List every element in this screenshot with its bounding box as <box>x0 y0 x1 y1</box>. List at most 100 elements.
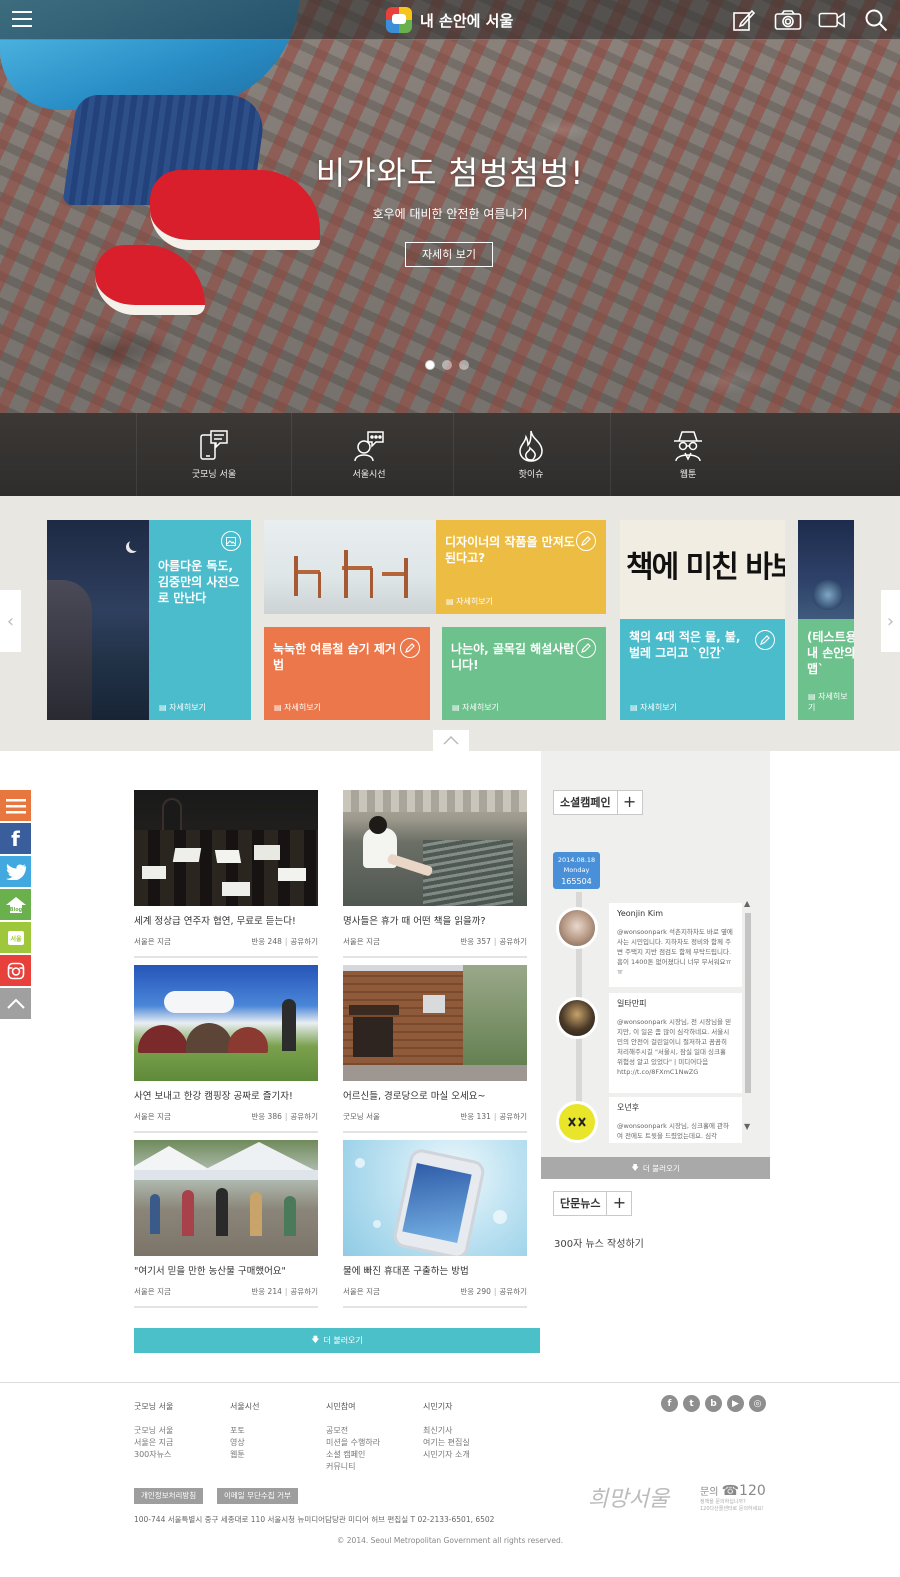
collapse-carousel-button[interactable] <box>433 730 469 751</box>
footer-link[interactable]: 시민기자 소개 <box>423 1449 470 1461</box>
article-card[interactable]: 물에 빠진 휴대폰 구출하는 방법 서울은 지금 반응 290 | 공유하기 <box>343 1140 527 1308</box>
article-card[interactable]: 명사들은 휴가 때 어떤 책을 읽을까? 서울은 지금 반응 357 | 공유하기 <box>343 790 527 958</box>
tweet-item[interactable]: 오년후 @wonsoonpark 시장님, 싱크홀에 관하여 전에도 트윗을 드… <box>556 1097 742 1143</box>
tile-more-link[interactable]: ▤ 자세히보기 <box>630 702 677 713</box>
tweet-bubble: 일타만피 @wonsoonpark 시장님, 전 시장님을 믿지만, 이 일은 … <box>609 993 742 1093</box>
tile-more-link[interactable]: ▤ 자세히보기 <box>274 702 321 713</box>
carousel-next-button[interactable]: › <box>881 590 900 652</box>
date-badge: 2014.08.18 Monday 165504 <box>553 852 600 889</box>
footer-blog-icon[interactable]: b <box>705 1395 722 1412</box>
tweet-scrollbar[interactable]: ▲ ▼ <box>744 899 752 1131</box>
tile-dokdo-photo[interactable] <box>47 520 149 720</box>
social-load-more-button[interactable]: 🡇 더 불러오기 <box>541 1157 770 1179</box>
article-card[interactable]: 사연 보내고 한강 캠핑장 공짜로 즐기자! 서울은 지금 반응 386 | 공유하… <box>134 965 318 1133</box>
quicknav-good-morning-seoul[interactable]: 굿모닝 서울 <box>136 413 291 496</box>
footer-link[interactable]: 굿모닝 서울 <box>134 1425 173 1437</box>
footer-link[interactable]: 최신기사 <box>423 1425 470 1437</box>
tile-night-photo[interactable] <box>798 520 854 619</box>
article-source: 서울은 지금 <box>134 1287 171 1296</box>
facebook-icon[interactable]: f <box>0 823 31 854</box>
scrollbar-thumb[interactable] <box>745 913 751 1093</box>
footer-column-head[interactable]: 시민기자 <box>423 1401 470 1413</box>
tile-more-link[interactable]: ▤ 자세히보기 <box>159 702 206 713</box>
write-short-news-link[interactable]: 300자 뉴스 작성하기 <box>554 1235 644 1250</box>
article-card[interactable]: "여기서 믿을 만한 농산물 구매했어요" 서울은 지금 반응 214 | 공유하기 <box>134 1140 318 1308</box>
short-news-add-button[interactable]: + <box>607 1191 633 1216</box>
tile-book-enemies[interactable]: 책의 4대 적은 물, 불, 벌레 그리고 `인간` ▤ 자세히보기 <box>620 619 785 720</box>
tile-more-link[interactable]: ▤ 자세히보기 <box>452 702 499 713</box>
slide-dot-1[interactable] <box>425 360 435 370</box>
hero-title: 비가와도 첨벙첨벙! <box>315 154 585 192</box>
footer-twitter-icon[interactable]: t <box>683 1395 700 1412</box>
slide-dot-3[interactable] <box>459 360 469 370</box>
share-link[interactable]: 공유하기 <box>499 1287 527 1296</box>
tile-chairs-photo[interactable] <box>264 520 436 614</box>
fire-icon <box>519 430 543 462</box>
footer-link[interactable]: 여기는 편집실 <box>423 1437 470 1449</box>
footer-link[interactable]: 소셜 캠페인 <box>326 1449 380 1461</box>
instagram-icon[interactable] <box>0 955 31 986</box>
tweet-item[interactable]: Yeonjin Kim @wonsoonpark 석촌지하차도 바로 옆에 사는… <box>556 903 742 991</box>
footer-video-icon[interactable]: ▶ <box>727 1395 744 1412</box>
footer-facebook-icon[interactable]: f <box>661 1395 678 1412</box>
carousel-prev-button[interactable]: ‹ <box>0 590 21 652</box>
share-link[interactable]: 공유하기 <box>499 937 527 946</box>
footer-column-reporters: 시민기자 최신기사 여기는 편집실 시민기자 소개 <box>423 1401 470 1461</box>
seoul-sns-icon[interactable]: 서울 <box>0 922 31 953</box>
slide-dot-2[interactable] <box>442 360 452 370</box>
footer-link[interactable]: 포토 <box>230 1425 259 1437</box>
hero-detail-button[interactable]: 자세히 보기 <box>405 242 493 267</box>
social-campaign-header: 소셜캠페인 + <box>553 790 643 815</box>
article-title: 사연 보내고 한강 캠핑장 공짜로 즐기자! <box>134 1091 293 1102</box>
share-link[interactable]: 공유하기 <box>290 937 318 946</box>
blog-icon[interactable]: Blog <box>0 889 31 920</box>
load-more-button[interactable]: 🡇 더 불러오기 <box>134 1328 540 1353</box>
article-card[interactable]: 어르신들, 경로당으로 마실 오세요~ 굿모닝 서울 반응 131 | 공유하기 <box>343 965 527 1133</box>
side-menu-icon[interactable] <box>0 790 31 821</box>
tweet-item[interactable]: 일타만피 @wonsoonpark 시장님, 전 시장님을 믿지만, 이 일은 … <box>556 993 742 1093</box>
share-link[interactable]: 공유하기 <box>290 1287 318 1296</box>
tile-alley-guide[interactable]: 나는야, 골목길 해설사랍니다! ▤ 자세히보기 <box>442 627 606 720</box>
quicknav-webtoon[interactable]: 웹툰 <box>610 413 765 496</box>
social-campaign-add-button[interactable]: + <box>617 790 643 815</box>
footer-column-head[interactable]: 서울시선 <box>230 1401 259 1413</box>
footer-link[interactable]: 300자뉴스 <box>134 1449 173 1461</box>
footer-column-head[interactable]: 시민참여 <box>326 1401 380 1413</box>
scroll-down-icon[interactable]: ▼ <box>744 1122 750 1131</box>
quicknav-hot-issue[interactable]: 핫이슈 <box>453 413 608 496</box>
footer-link[interactable]: 커뮤니티 <box>326 1461 380 1473</box>
menu-icon[interactable] <box>12 11 32 29</box>
write-icon[interactable] <box>730 7 758 33</box>
tile-title: 책의 4대 적은 물, 불, 벌레 그리고 `인간` <box>629 630 741 660</box>
brand[interactable]: 내 손안에 서울 <box>386 7 513 33</box>
footer-column-participation: 시민참여 공모전 미션을 수행하라 소셜 캠페인 커뮤니티 <box>326 1401 380 1473</box>
scroll-top-icon[interactable] <box>0 988 31 1019</box>
video-icon[interactable] <box>818 7 846 33</box>
tile-dokdo[interactable]: 아름다운 독도, 김중만의 사진으로 만난다 ▤ 자세히보기 <box>149 520 251 720</box>
tile-test-holmap[interactable]: (테스트용) 내 손안의 홀맵` ▤ 자세히보기 <box>798 619 854 720</box>
tile-more-link[interactable]: ▤ 자세히보기 <box>446 596 493 607</box>
tile-calligraphy-photo[interactable]: 책에 미친 바보 <box>620 520 785 619</box>
tile-humidity[interactable]: 눅눅한 여름철 습기 제거법 ▤ 자세히보기 <box>264 627 430 720</box>
article-reactions: 반응 131 <box>460 1112 491 1121</box>
search-icon[interactable] <box>862 7 890 33</box>
footer-link[interactable]: 영상 <box>230 1437 259 1449</box>
footer-link[interactable]: 공모전 <box>326 1425 380 1437</box>
footer-link[interactable]: 웹툰 <box>230 1449 259 1461</box>
email-refusal-button[interactable]: 이메일 무단수집 거부 <box>217 1488 298 1504</box>
quicknav-seoul-sisun[interactable]: 서울시선 <box>291 413 446 496</box>
twitter-icon[interactable] <box>0 856 31 887</box>
camera-icon[interactable] <box>774 7 802 33</box>
footer-link[interactable]: 미션을 수행하라 <box>326 1437 380 1449</box>
footer-instagram-icon[interactable]: ◎ <box>749 1395 766 1412</box>
privacy-policy-button[interactable]: 개인정보처리방침 <box>134 1488 204 1504</box>
footer-link[interactable]: 서울은 지금 <box>134 1437 173 1449</box>
article-image-phone-water <box>343 1140 527 1256</box>
article-card[interactable]: 세계 정상급 연주자 협연, 무료로 듣는다! 서울은 지금 반응 248 | 공유… <box>134 790 318 958</box>
tile-more-link[interactable]: ▤ 자세히보기 <box>808 691 854 713</box>
scroll-up-icon[interactable]: ▲ <box>744 899 750 908</box>
tile-designer[interactable]: 디자이너의 작품을 만져도 된다고? ▤ 자세히보기 <box>436 520 606 614</box>
share-link[interactable]: 공유하기 <box>499 1112 527 1121</box>
footer-column-head[interactable]: 굿모닝 서울 <box>134 1401 173 1413</box>
share-link[interactable]: 공유하기 <box>290 1112 318 1121</box>
